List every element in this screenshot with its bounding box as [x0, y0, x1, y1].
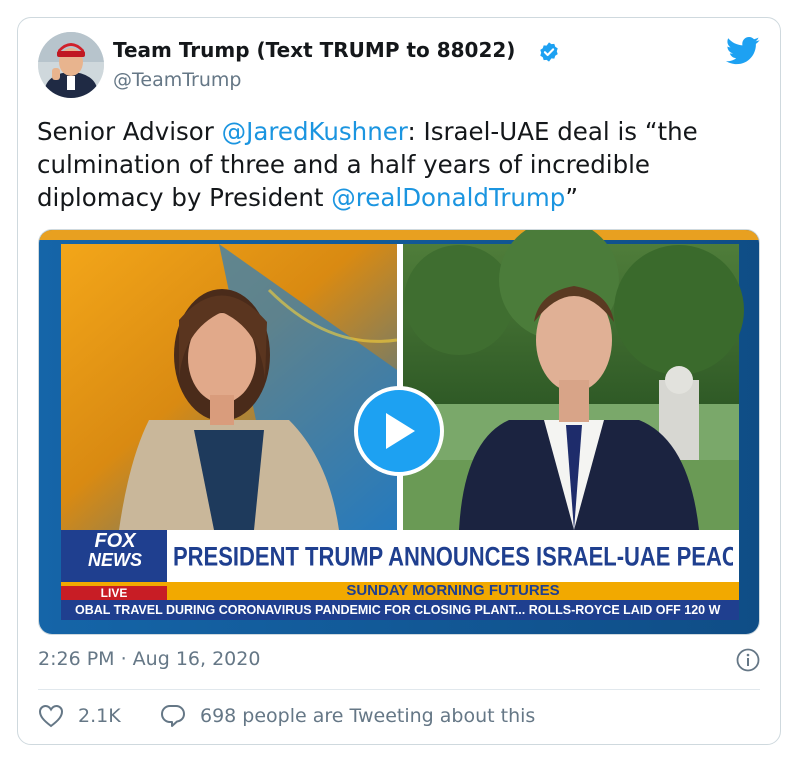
author-name[interactable]: Team Trump (Text TRUMP to 88022): [113, 38, 515, 62]
show-name: SUNDAY MORNING FUTURES: [346, 582, 560, 599]
tweeting-about-link[interactable]: 698 people are Tweeting about this: [160, 704, 535, 728]
verified-badge-icon: [540, 42, 558, 62]
footer-divider: [38, 689, 760, 690]
like-button[interactable]: 2.1K: [38, 704, 121, 728]
like-count: 2.1K: [78, 705, 121, 727]
info-icon[interactable]: [736, 648, 760, 672]
play-button[interactable]: [354, 386, 444, 476]
play-icon: [386, 413, 415, 449]
mention-real-donald-trump[interactable]: @realDonaldTrump: [331, 183, 565, 212]
news-ticker: OBAL TRAVEL DURING CORONAVIRUS PANDEMIC …: [75, 603, 721, 617]
tweeting-about-text: 698 people are Tweeting about this: [200, 705, 536, 727]
fox-news-logo: FOX NEWS: [69, 530, 161, 570]
fox-logo-bottom: NEWS: [88, 550, 142, 570]
avatar[interactable]: [38, 32, 104, 98]
tweet-text-prefix: Senior Advisor: [37, 117, 222, 146]
twitter-bird-icon[interactable]: [726, 36, 760, 66]
author-handle[interactable]: @TeamTrump: [113, 69, 241, 91]
news-headline: PRESIDENT TRUMP ANNOUNCES ISRAEL-UAE PEA…: [173, 541, 733, 572]
avatar-image: [38, 32, 104, 98]
live-badge: LIVE: [100, 586, 128, 600]
heart-icon: [38, 704, 64, 728]
speech-bubble-icon: [161, 705, 185, 727]
tweet-text-suffix: ”: [565, 183, 579, 212]
fox-logo-top: FOX: [94, 530, 136, 552]
tweet-timestamp[interactable]: 2:26 PM · Aug 16, 2020: [38, 648, 260, 670]
mention-jared-kushner[interactable]: @JaredKushner: [222, 117, 408, 146]
tweet-text: Senior Advisor @JaredKushner: Israel-UAE…: [37, 115, 767, 214]
